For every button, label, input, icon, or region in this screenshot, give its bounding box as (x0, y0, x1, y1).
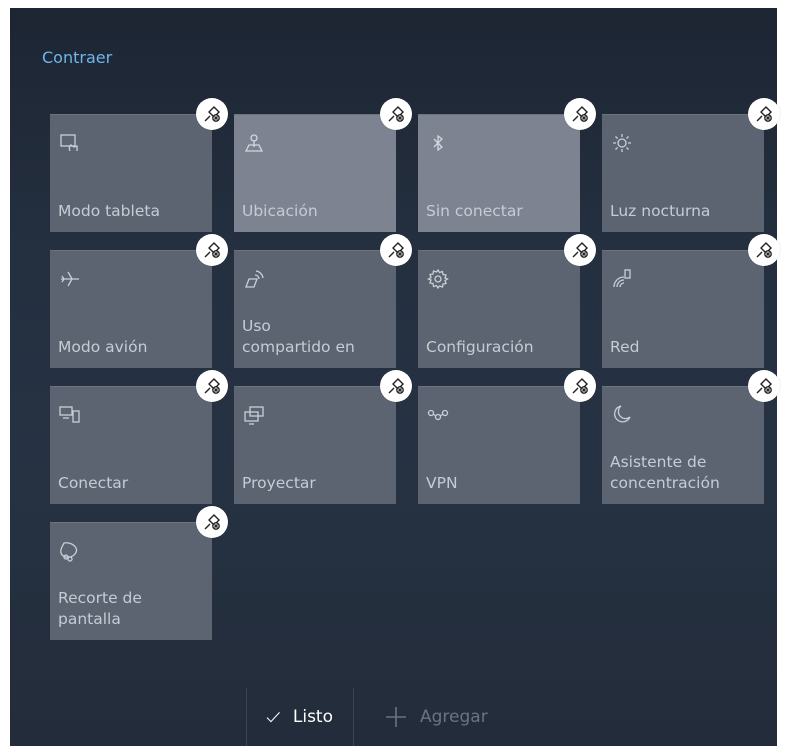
network-icon (610, 267, 634, 291)
unpin-icon[interactable] (380, 234, 412, 266)
add-button[interactable]: Agregar (354, 688, 508, 746)
tile-network[interactable]: Red (602, 234, 780, 368)
tile-night-light[interactable]: Luz nocturna (602, 98, 780, 232)
unpin-icon[interactable] (564, 234, 596, 266)
vpn-icon (426, 403, 450, 427)
tile-airplane-mode[interactable]: Modo avión (50, 234, 228, 368)
tile-label: Sin conectar (426, 202, 523, 220)
tile-label: Modo avión (58, 338, 148, 356)
quick-actions-grid: Modo tableta Ubicación Sin conectar Luz … (50, 98, 780, 640)
tile-label: Luz nocturna (610, 202, 711, 220)
unpin-icon[interactable] (564, 370, 596, 402)
unpin-icon[interactable] (748, 234, 780, 266)
screen-snip-icon (58, 539, 82, 563)
frame-top (0, 0, 785, 8)
tile-settings[interactable]: Configuración (418, 234, 596, 368)
add-label: Agregar (420, 707, 488, 727)
tile-connect[interactable]: Conectar (50, 370, 228, 504)
tile-label: Proyectar (242, 474, 316, 492)
unpin-icon[interactable] (380, 98, 412, 130)
checkmark-icon (266, 712, 280, 723)
tile-label: Uso compartido en (242, 317, 355, 356)
collapse-link[interactable]: Contraer (42, 48, 112, 67)
tile-label: Configuración (426, 338, 534, 356)
nearby-sharing-icon (242, 267, 266, 291)
location-icon (242, 131, 266, 155)
action-bar: Listo Agregar (246, 688, 508, 746)
tile-screen-snip[interactable]: Recorte de pantalla (50, 506, 228, 640)
settings-gear-icon (426, 267, 450, 291)
tile-tablet-mode[interactable]: Modo tableta (50, 98, 228, 232)
tile-project[interactable]: Proyectar (234, 370, 412, 504)
unpin-icon[interactable] (196, 98, 228, 130)
plus-icon (386, 707, 406, 727)
unpin-icon[interactable] (748, 370, 780, 402)
project-icon (242, 403, 266, 427)
done-label: Listo (292, 707, 333, 727)
tile-label: Modo tableta (58, 202, 160, 220)
tile-vpn[interactable]: VPN (418, 370, 596, 504)
connect-icon (58, 403, 82, 427)
tile-nearby-sharing[interactable]: Uso compartido en (234, 234, 412, 368)
unpin-icon[interactable] (380, 370, 412, 402)
unpin-icon[interactable] (748, 98, 780, 130)
tile-label: Conectar (58, 474, 129, 492)
night-light-icon (610, 131, 634, 155)
tile-label: Ubicación (242, 202, 318, 220)
tablet-mode-icon (58, 131, 82, 155)
unpin-icon[interactable] (196, 370, 228, 402)
tile-label: Recorte de pantalla (58, 589, 142, 628)
focus-assist-moon-icon (610, 403, 634, 427)
frame-left (0, 0, 10, 749)
tile-label: VPN (426, 474, 458, 492)
unpin-icon[interactable] (196, 506, 228, 538)
unpin-icon[interactable] (196, 234, 228, 266)
tile-label: Asistente de concentración (610, 453, 720, 492)
tile-focus-assist[interactable]: Asistente de concentración (602, 370, 780, 504)
unpin-icon[interactable] (564, 98, 596, 130)
tile-label: Red (610, 338, 640, 356)
tile-bluetooth[interactable]: Sin conectar (418, 98, 596, 232)
done-button[interactable]: Listo (246, 688, 354, 746)
bluetooth-icon (426, 131, 450, 155)
tile-location[interactable]: Ubicación (234, 98, 412, 232)
airplane-icon (58, 267, 82, 291)
